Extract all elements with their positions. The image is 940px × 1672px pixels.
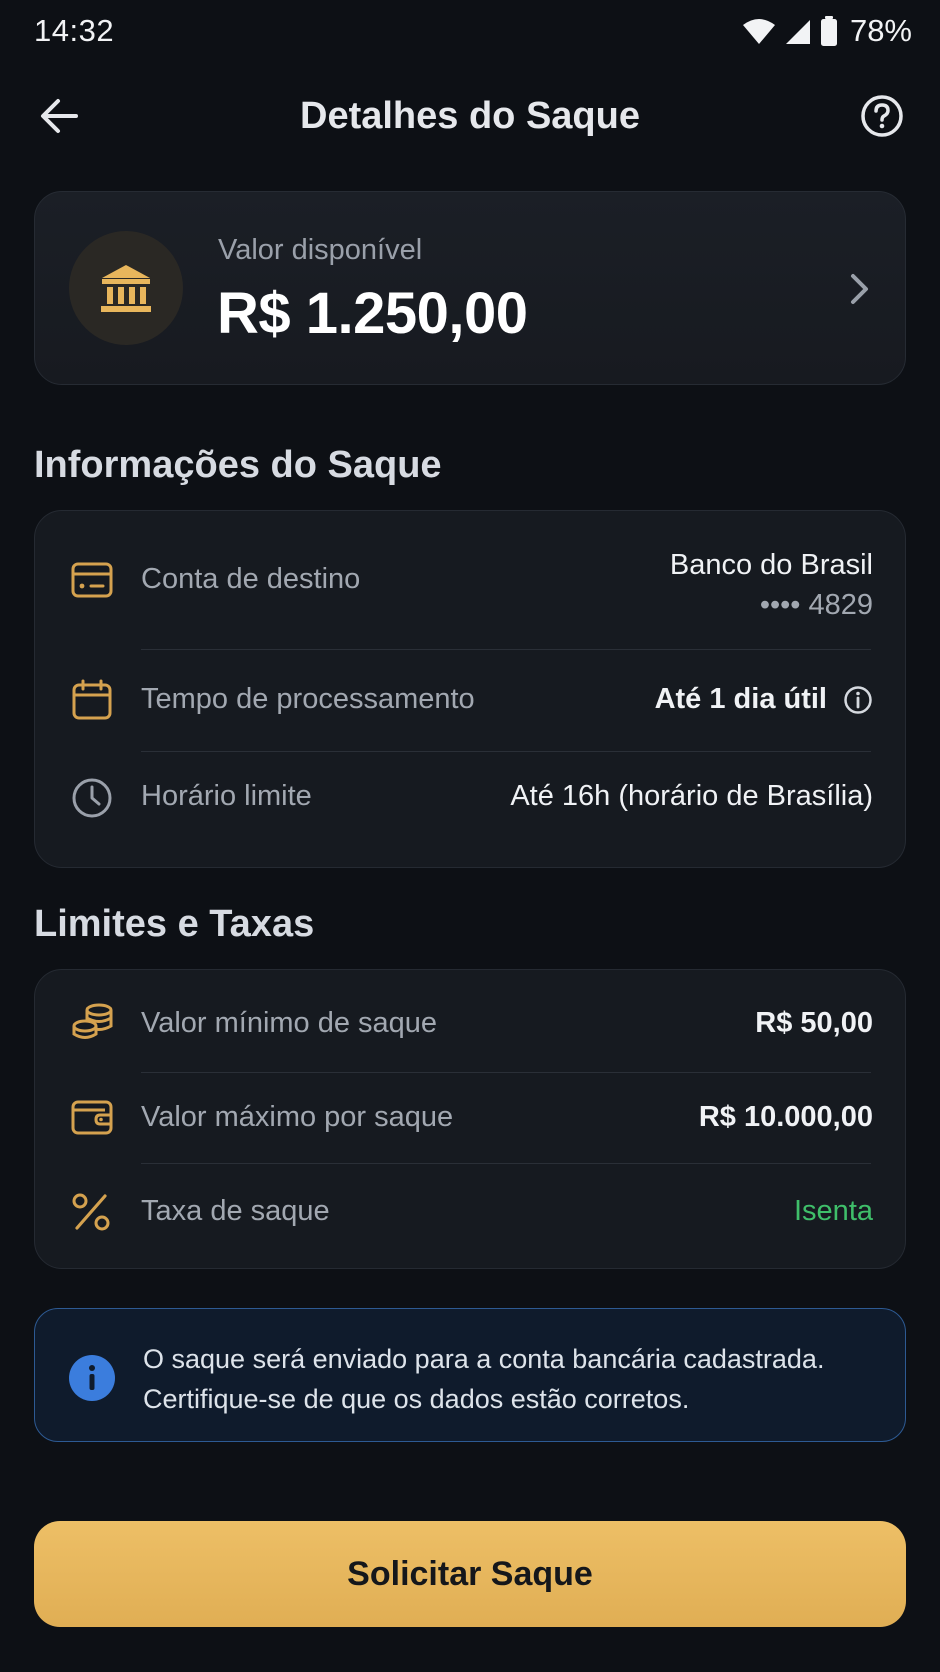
- withdrawal-notice-banner: O saque será enviado para a conta bancár…: [34, 1308, 906, 1442]
- withdrawal-fee-value: Isenta: [794, 1195, 873, 1227]
- processing-time-value: Até 1 dia útil: [654, 683, 827, 715]
- withdrawal-fee-row: Taxa de saque Isenta: [35, 1164, 907, 1264]
- max-withdrawal-row: Valor máximo por saque R$ 10.000,00: [35, 1073, 907, 1163]
- status-bar: 14:32 78%: [0, 0, 940, 62]
- help-circle-icon: [861, 95, 903, 137]
- withdrawal-fee-label: Taxa de saque: [141, 1195, 330, 1227]
- processing-time-row: Tempo de processamento Até 1 dia útil: [35, 650, 907, 750]
- calendar-icon: [72, 679, 112, 720]
- available-balance-value: R$ 1.250,00: [217, 281, 528, 346]
- help-button[interactable]: [858, 92, 906, 140]
- limits-fees-card: Valor mínimo de saque R$ 50,00 Valor máx…: [34, 969, 906, 1269]
- percent-icon: [72, 1193, 110, 1231]
- destination-bank-name: Banco do Brasil: [669, 549, 873, 581]
- notice-line-1: O saque será enviado para a conta bancár…: [143, 1344, 825, 1374]
- limits-section-title: Limites e Taxas: [34, 903, 315, 945]
- chevron-right-icon: [851, 274, 868, 304]
- available-balance-card[interactable]: Valor disponível R$ 1.250,00: [34, 191, 906, 385]
- status-time: 14:32: [34, 13, 115, 48]
- battery-icon: [820, 16, 837, 46]
- bank-icon-container: [69, 231, 183, 345]
- wifi-icon: [742, 19, 775, 44]
- destination-account-row: Conta de destino Banco do Brasil •••• 48…: [35, 511, 907, 649]
- info-section-title: Informações do Saque: [34, 444, 442, 486]
- page-title: Detalhes do Saque: [300, 94, 640, 137]
- arrow-left-icon: [41, 99, 78, 133]
- top-app-bar: Detalhes do Saque: [0, 78, 940, 154]
- notice-line-2: Certifique-se de que os dados estão corr…: [143, 1384, 690, 1414]
- card-icon: [71, 562, 113, 598]
- max-withdrawal-value: R$ 10.000,00: [698, 1101, 873, 1133]
- destination-account-label: Conta de destino: [141, 563, 361, 595]
- status-icons: 78%: [742, 13, 912, 49]
- cutoff-time-label: Horário limite: [141, 780, 312, 812]
- back-button[interactable]: [36, 94, 84, 138]
- destination-account-number: •••• 4829: [759, 589, 873, 621]
- coins-icon: [72, 1003, 113, 1039]
- info-filled-icon: [69, 1355, 115, 1401]
- min-withdrawal-row: Valor mínimo de saque R$ 50,00: [35, 970, 907, 1072]
- min-withdrawal-label: Valor mínimo de saque: [141, 1007, 438, 1039]
- cutoff-time-row: Horário limite Até 16h (horário de Brasí…: [35, 752, 907, 852]
- wallet-icon: [71, 1100, 113, 1135]
- available-balance-label: Valor disponível: [218, 234, 423, 266]
- withdrawal-details-screen: 14:32 78% Detalhes do Saque Valor dispon…: [0, 0, 940, 1672]
- signal-icon: [785, 20, 810, 44]
- bank-icon: [101, 265, 151, 312]
- cutoff-time-value: Até 16h (horário de Brasília): [510, 780, 873, 812]
- min-withdrawal-value: R$ 50,00: [755, 1007, 873, 1039]
- max-withdrawal-label: Valor máximo por saque: [141, 1101, 454, 1133]
- battery-percent: 78%: [849, 13, 912, 48]
- processing-time-label: Tempo de processamento: [141, 683, 475, 715]
- request-withdrawal-button[interactable]: Solicitar Saque: [34, 1521, 906, 1627]
- notice-text: O saque será enviado para a conta bancár…: [143, 1339, 883, 1419]
- clock-icon: [72, 778, 112, 818]
- withdrawal-info-card: Conta de destino Banco do Brasil •••• 48…: [34, 510, 906, 868]
- info-circle-icon[interactable]: [843, 685, 873, 715]
